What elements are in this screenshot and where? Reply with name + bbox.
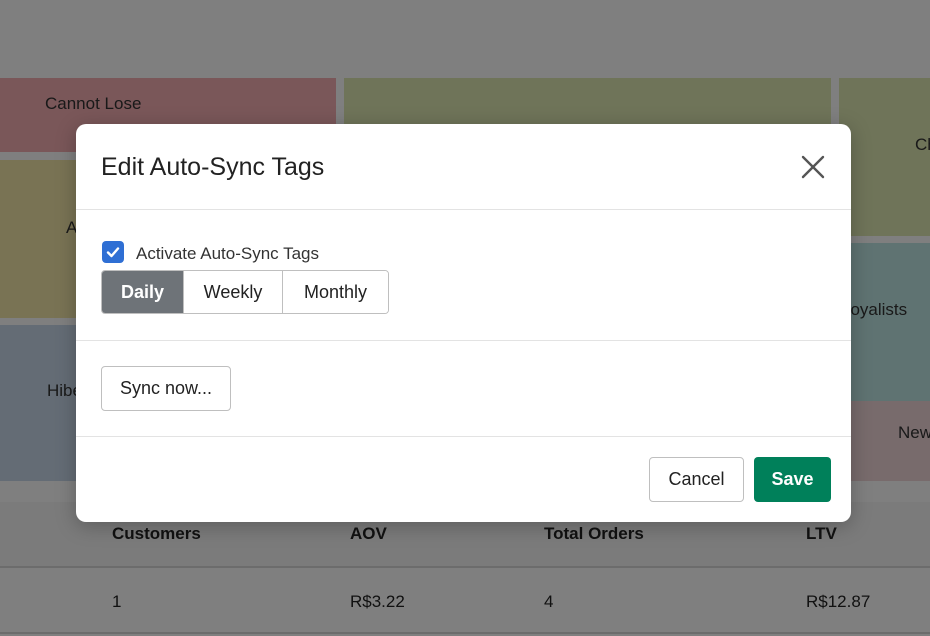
- cancel-button[interactable]: Cancel: [649, 457, 744, 502]
- frequency-segmented-control: Daily Weekly Monthly: [101, 270, 389, 314]
- activate-auto-sync-checkbox[interactable]: [102, 241, 124, 263]
- activate-auto-sync-label[interactable]: Activate Auto-Sync Tags: [136, 244, 319, 264]
- checkmark-icon: [106, 247, 120, 258]
- frequency-monthly-button[interactable]: Monthly: [282, 271, 388, 313]
- frequency-daily-button[interactable]: Daily: [102, 271, 183, 313]
- close-button[interactable]: [798, 152, 828, 182]
- modal-header: Edit Auto-Sync Tags: [76, 124, 851, 210]
- sync-now-section: Sync now...: [76, 341, 851, 437]
- close-x-icon: [801, 155, 825, 179]
- auto-sync-section: Activate Auto-Sync Tags Daily Weekly Mon…: [76, 210, 851, 341]
- frequency-weekly-button[interactable]: Weekly: [183, 271, 282, 313]
- modal-title: Edit Auto-Sync Tags: [101, 153, 325, 181]
- modal-footer: Cancel Save: [76, 437, 851, 522]
- save-button[interactable]: Save: [754, 457, 831, 502]
- app-page: Cannot Lose Ch A Loyalists Hibe New Cust…: [0, 0, 930, 636]
- sync-now-button[interactable]: Sync now...: [101, 366, 231, 411]
- edit-auto-sync-modal: Edit Auto-Sync Tags Activate Auto-Sync T…: [76, 124, 851, 522]
